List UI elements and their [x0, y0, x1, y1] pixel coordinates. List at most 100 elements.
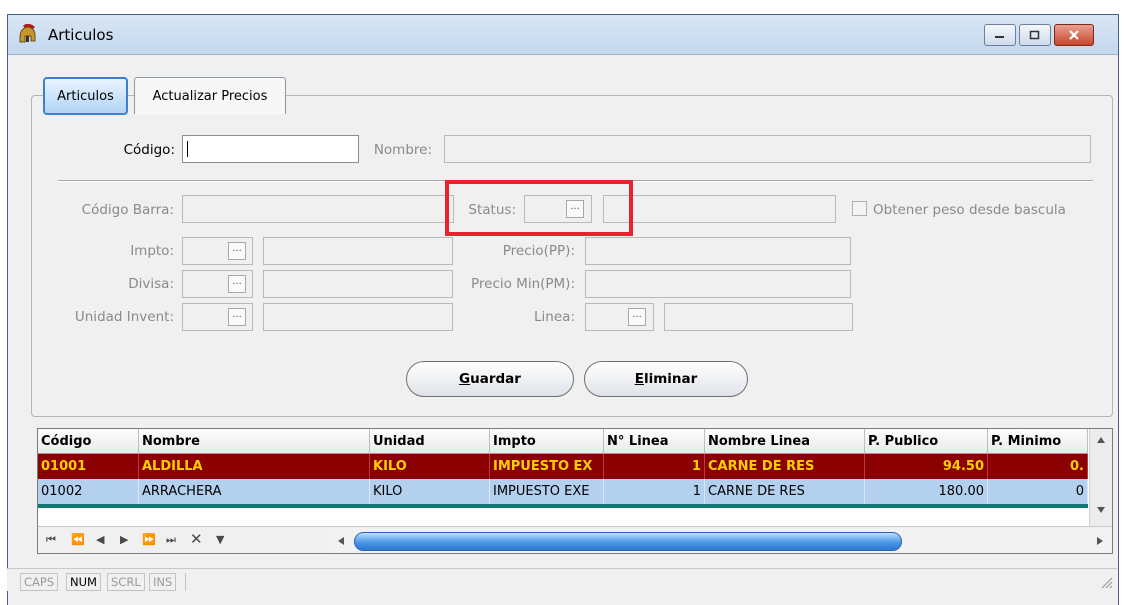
precio-pp-input[interactable]	[585, 237, 851, 265]
cell-p-minimo: 0.	[988, 454, 1088, 479]
spartan-helmet-icon	[19, 24, 36, 43]
articulos-grid[interactable]: Código Nombre Unidad Impto N° Linea Nomb…	[37, 428, 1113, 554]
scroll-left-arrow-icon[interactable]	[337, 536, 345, 546]
first-record-icon[interactable]: ⏮	[46, 533, 56, 547]
peso-checkbox[interactable]	[852, 201, 867, 216]
cell-unidad: KILO	[370, 454, 490, 479]
tab-actualizar-precios[interactable]: Actualizar Precios	[134, 77, 286, 114]
close-button[interactable]	[1054, 24, 1094, 46]
precio-pp-label: Precio(PP):	[502, 243, 575, 259]
codigo-input[interactable]	[182, 135, 359, 163]
filter-icon[interactable]: ▼	[216, 533, 224, 546]
column-header-nombre[interactable]: Nombre	[139, 429, 370, 454]
cell-impto: IMPUESTO EXE	[490, 479, 604, 504]
status-bar: CAPS NUM SCRL INS	[7, 568, 1117, 591]
prior-page-icon[interactable]: ⏪	[71, 533, 85, 546]
title-bar[interactable]: Articulos	[8, 15, 1118, 55]
status-highlight-box	[445, 180, 633, 236]
prior-record-icon[interactable]: ◀	[96, 533, 104, 546]
guardar-label: uardar	[470, 371, 521, 387]
unidad-code-input[interactable]: ...	[182, 303, 253, 331]
precio-pm-label: Precio Min(PM):	[470, 276, 575, 292]
precio-pm-input[interactable]	[585, 270, 851, 298]
grid-horizontal-scrollbar[interactable]	[330, 526, 1112, 553]
divisa-lookup-button[interactable]: ...	[228, 275, 246, 293]
tab-label: Actualizar Precios	[152, 88, 268, 104]
cell-nombre: ARRACHERA	[139, 479, 370, 504]
scroll-thumb[interactable]	[354, 532, 902, 551]
eliminar-button[interactable]: Eliminar	[584, 361, 748, 397]
column-header-nombre-linea[interactable]: Nombre Linea	[705, 429, 865, 454]
table-row[interactable]: 01002 ARRACHERA KILO IMPUESTO EXE 1 CARN…	[38, 479, 1088, 504]
unidad-description-field	[263, 303, 453, 331]
cell-p-minimo: 0	[988, 479, 1088, 504]
impto-code-input[interactable]: ...	[182, 237, 253, 265]
cell-p-publico: 180.00	[865, 479, 988, 504]
impto-description-field	[263, 237, 453, 265]
maximize-icon	[1029, 30, 1040, 40]
cell-nombre: ALDILLA	[139, 454, 370, 479]
linea-description-field	[664, 303, 853, 331]
codigo-barra-input[interactable]	[182, 195, 454, 223]
grid-row-edge	[38, 504, 1088, 508]
guardar-hotkey: G	[459, 371, 471, 387]
eliminar-label: liminar	[643, 371, 698, 387]
delete-record-icon[interactable]: ✕	[190, 530, 203, 548]
column-header-p-publico[interactable]: P. Publico	[865, 429, 988, 454]
unidad-lookup-button[interactable]: ...	[228, 308, 246, 326]
next-page-icon[interactable]: ⏩	[142, 533, 156, 546]
impto-label: Impto:	[130, 243, 174, 259]
status-num: NUM	[66, 573, 101, 591]
codigo-label: Código:	[123, 142, 175, 158]
text-cursor	[187, 141, 188, 157]
status-spacer	[185, 573, 745, 591]
cell-n-linea: 1	[604, 479, 705, 504]
cell-n-linea: 1	[604, 454, 705, 479]
minimize-icon	[995, 36, 1004, 38]
linea-lookup-button[interactable]: ...	[628, 308, 646, 326]
scroll-up-arrow-icon[interactable]	[1096, 436, 1106, 444]
maximize-button[interactable]	[1019, 24, 1051, 46]
column-header-n-linea[interactable]: N° Linea	[604, 429, 705, 454]
nombre-input[interactable]	[444, 135, 1091, 163]
grid-header: Código Nombre Unidad Impto N° Linea Nomb…	[38, 429, 1088, 454]
scroll-down-arrow-icon[interactable]	[1096, 506, 1106, 514]
close-icon	[1069, 30, 1079, 40]
divisa-label: Divisa:	[128, 276, 174, 292]
status-caps: CAPS	[20, 573, 59, 591]
grid-vertical-scrollbar[interactable]	[1089, 429, 1112, 526]
cell-unidad: KILO	[370, 479, 490, 504]
tab-label: Articulos	[57, 88, 114, 104]
linea-label: Linea:	[534, 309, 575, 325]
cell-p-publico: 94.50	[865, 454, 988, 479]
cell-nombre-linea: CARNE DE RES	[705, 454, 865, 479]
cell-codigo: 01001	[38, 454, 139, 479]
cell-nombre-linea: CARNE DE RES	[705, 479, 865, 504]
grid-navigator: ⏮ ⏪ ◀ ▶ ⏩ ⏭ ✕ ▼	[38, 526, 330, 553]
column-header-p-minimo[interactable]: P. Minimo	[988, 429, 1088, 454]
tab-articulos[interactable]: Articulos	[43, 77, 128, 115]
window-title: Articulos	[48, 26, 114, 44]
status-description-field	[603, 195, 836, 223]
nombre-label: Nombre:	[373, 142, 432, 158]
status-scrl: SCRL	[107, 573, 145, 591]
impto-lookup-button[interactable]: ...	[228, 242, 246, 260]
minimize-button[interactable]	[984, 24, 1016, 46]
last-record-icon[interactable]: ⏭	[166, 533, 176, 547]
unidad-invent-label: Unidad Invent:	[74, 309, 174, 325]
column-header-codigo[interactable]: Código	[38, 429, 139, 454]
linea-code-input[interactable]: ...	[585, 303, 654, 331]
resize-grip-icon[interactable]	[1099, 575, 1113, 589]
eliminar-hotkey: E	[634, 371, 644, 387]
table-row[interactable]: 01001 ALDILLA KILO IMPUESTO EX 1 CARNE D…	[38, 454, 1088, 479]
scroll-right-arrow-icon[interactable]	[1096, 536, 1104, 546]
cell-impto: IMPUESTO EX	[490, 454, 604, 479]
column-header-unidad[interactable]: Unidad	[370, 429, 490, 454]
codigo-barra-label: Código Barra:	[81, 202, 174, 218]
next-record-icon[interactable]: ▶	[120, 533, 128, 546]
divisa-description-field	[263, 270, 453, 298]
cell-codigo: 01002	[38, 479, 139, 504]
guardar-button[interactable]: Guardar	[406, 361, 574, 397]
divisa-code-input[interactable]: ...	[182, 270, 253, 298]
column-header-impto[interactable]: Impto	[490, 429, 604, 454]
